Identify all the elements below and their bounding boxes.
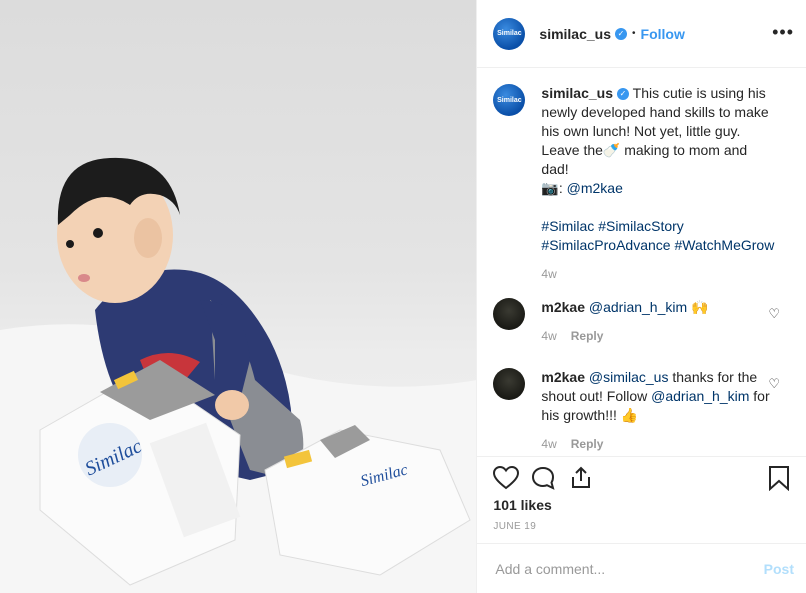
like-comment-icon[interactable]: ♡	[768, 306, 780, 322]
comment-item: m2kae @adrian_h_kim 🙌 4w Reply ♡	[493, 298, 790, 346]
comment-input[interactable]	[493, 559, 738, 578]
share-icon[interactable]	[569, 466, 595, 490]
post-date: JUNE 19	[493, 521, 537, 532]
add-comment-bar: Post	[477, 543, 806, 593]
post-header: Similac similac_us ✓ • Follow •••	[477, 0, 806, 68]
caption: Similac similac_us ✓ This cutie is using …	[493, 84, 790, 284]
follow-button[interactable]: Follow	[641, 26, 685, 42]
camera-emoji: 📷	[541, 180, 559, 196]
caption-username[interactable]: similac_us	[541, 85, 613, 101]
like-comment-icon[interactable]: ♡	[768, 376, 780, 392]
header-username[interactable]: similac_us	[539, 26, 611, 42]
baby-photo-illustration: Similac Similac	[0, 157, 477, 593]
action-bar	[493, 459, 790, 497]
hashtags-line-1[interactable]: #Similac #SimilacStory	[541, 218, 683, 234]
post-photo[interactable]: Similac Similac	[0, 0, 477, 593]
thumbs-up-emoji: 👍	[620, 407, 639, 423]
caption-avatar[interactable]: Similac	[493, 84, 526, 116]
reply-button[interactable]: Reply	[571, 437, 604, 451]
comment-mention-2[interactable]: @adrian_h_kim	[651, 388, 749, 404]
similac-avatar[interactable]: Similac	[493, 17, 526, 50]
comment-username[interactable]: m2kae	[541, 369, 585, 385]
bookmark-icon[interactable]	[768, 465, 790, 491]
comment-mention[interactable]: @adrian_h_kim	[589, 299, 687, 315]
comments-list[interactable]: Similac similac_us ✓ This cutie is using …	[477, 68, 806, 456]
comment-item: m2kae @similac_us thanks for the shout o…	[493, 368, 790, 454]
m2kae-avatar[interactable]	[493, 368, 526, 400]
comment-time: 4w	[541, 329, 557, 343]
verified-badge-icon: ✓	[617, 88, 630, 101]
verified-badge-icon: ✓	[615, 27, 628, 40]
caption-time: 4w	[541, 265, 776, 284]
heart-icon[interactable]	[493, 466, 520, 490]
actions-section: 101 likes JUNE 19	[477, 456, 806, 532]
m2kae-avatar[interactable]	[493, 298, 526, 330]
reply-button[interactable]: Reply	[571, 329, 604, 343]
caption-time-text: 4w	[541, 267, 557, 281]
likes-count[interactable]: 101 likes	[493, 497, 790, 513]
more-options-icon[interactable]: •••	[772, 22, 794, 43]
comment-username[interactable]: m2kae	[541, 299, 585, 315]
post-panel: Similac similac_us ✓ • Follow ••• Simila…	[476, 0, 806, 593]
comment-icon[interactable]	[531, 466, 557, 490]
caption-mention[interactable]: @m2kae	[567, 180, 623, 196]
comment-mention[interactable]: @similac_us	[589, 369, 669, 385]
colon: :	[558, 180, 563, 196]
raised-hands-emoji: 🙌	[691, 299, 709, 315]
comment-time: 4w	[541, 437, 557, 451]
bottle-emoji: 🍼	[602, 142, 621, 158]
hashtags-line-2[interactable]: #SimilacProAdvance #WatchMeGrow	[541, 237, 774, 253]
post-button[interactable]: Post	[764, 561, 794, 577]
dot-separator: •	[632, 28, 636, 39]
